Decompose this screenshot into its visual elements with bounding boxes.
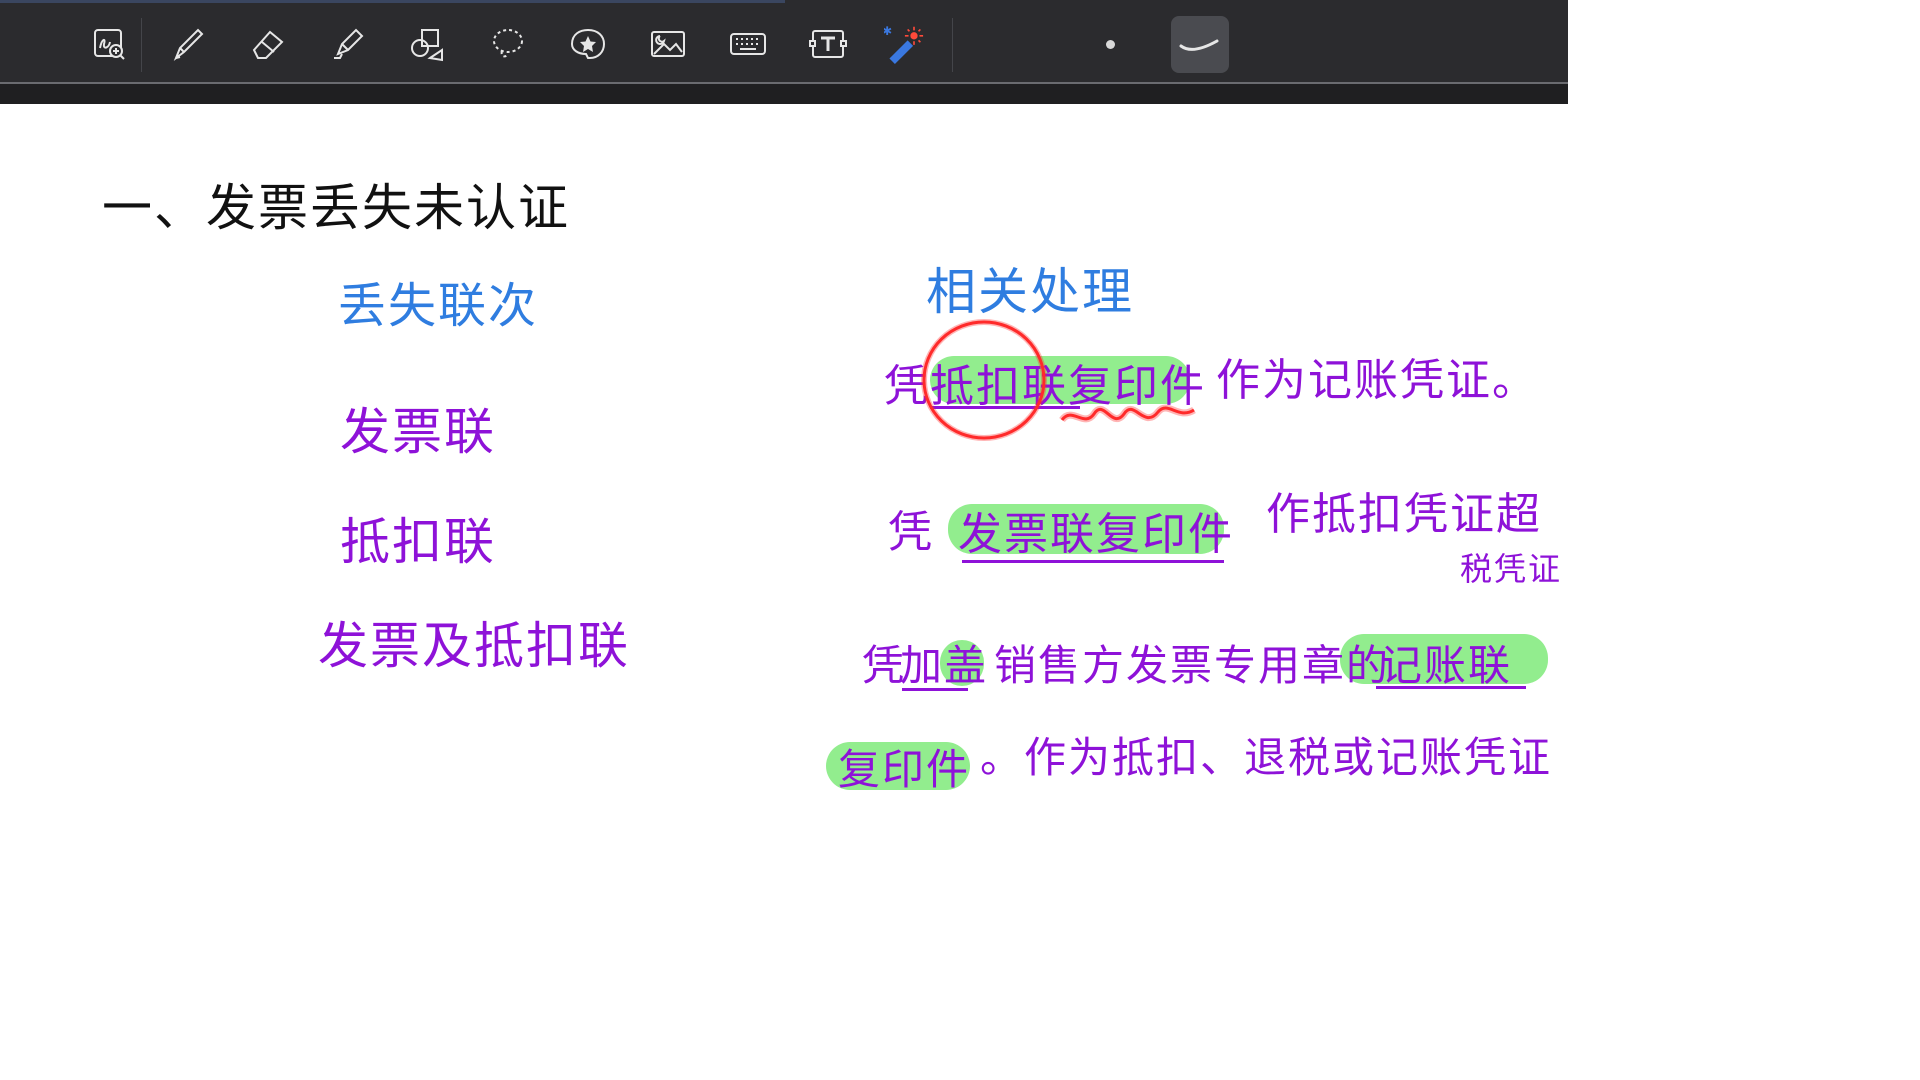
left-item-1: 发票联	[340, 403, 496, 461]
laser-pointer-icon[interactable]: ✱	[882, 22, 926, 66]
line3-stamp: 加盖	[900, 641, 989, 690]
line2-continuation: 税凭证	[1460, 550, 1563, 588]
bluetooth-icon: ✱	[884, 24, 892, 38]
underline-mark	[1376, 686, 1526, 689]
image-icon[interactable]	[646, 22, 690, 66]
sticker-icon[interactable]	[566, 22, 610, 66]
toolbar-accent	[0, 0, 785, 3]
line2-suffix: 作抵扣凭证超	[1266, 489, 1542, 540]
toolbar: ✱	[0, 0, 1568, 84]
stroke-style-button[interactable]	[1171, 16, 1229, 73]
text-box-icon[interactable]	[806, 22, 850, 66]
line1-suffix: 作为记账凭证。	[1216, 355, 1538, 406]
line4-suffix: 。作为抵扣、退税或记账凭证	[980, 733, 1553, 782]
line3-middle: 销售方发票专用章的	[994, 641, 1391, 690]
note-heading: 一、发票丢失未认证	[102, 179, 570, 237]
keyboard-icon[interactable]	[726, 22, 770, 66]
pen-icon[interactable]	[166, 22, 210, 66]
toolbar-divider	[952, 18, 953, 72]
underline-mark	[902, 688, 968, 691]
line2-highlight: 发票联复印件	[958, 509, 1234, 560]
left-item-2: 抵扣联	[340, 513, 496, 571]
zoom-handwriting-icon[interactable]	[87, 22, 131, 66]
shapes-icon[interactable]	[406, 22, 450, 66]
eraser-icon[interactable]	[246, 22, 290, 66]
line3-highlight: 记账联	[1380, 641, 1513, 690]
lasso-icon[interactable]	[486, 22, 530, 66]
red-circle-annotation	[921, 319, 1196, 441]
stroke-size-dot[interactable]	[1106, 40, 1115, 49]
line2-prefix: 凭	[888, 507, 934, 558]
toolbar-shadow-bar	[0, 84, 1568, 104]
underline-mark	[962, 560, 1224, 563]
highlighter-icon[interactable]	[326, 22, 370, 66]
left-column-title: 丢失联次	[338, 278, 539, 334]
toolbar-divider	[141, 18, 142, 72]
note-canvas[interactable]: 一、发票丢失未认证 丢失联次 发票联 抵扣联 发票及抵扣联 相关处理 凭 抵扣联…	[0, 104, 1568, 878]
left-item-3: 发票及抵扣联	[318, 617, 630, 675]
line4-highlight: 复印件	[838, 745, 971, 794]
